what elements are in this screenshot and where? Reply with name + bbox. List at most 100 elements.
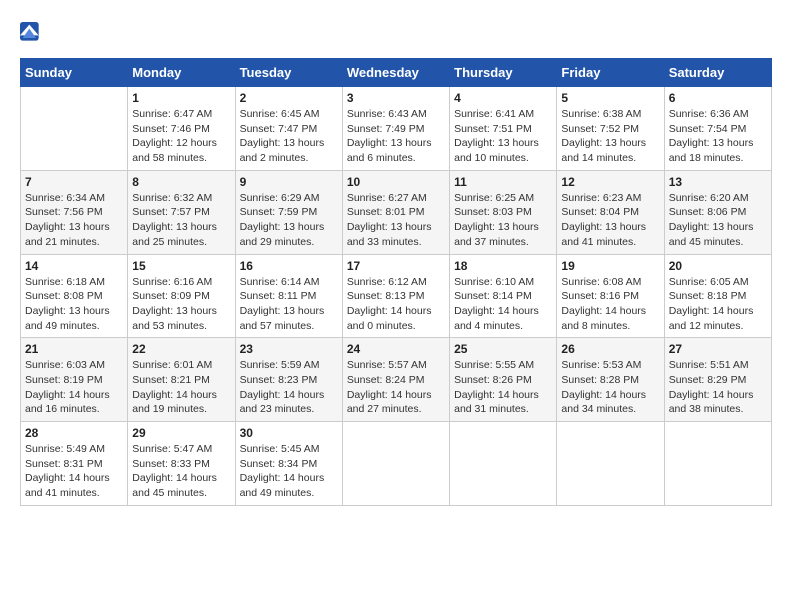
day-number: 26 <box>561 342 659 356</box>
calendar-cell: 26 Sunrise: 5:53 AM Sunset: 8:28 PM Dayli… <box>557 338 664 422</box>
calendar-cell: 18 Sunrise: 6:10 AM Sunset: 8:14 PM Dayli… <box>450 254 557 338</box>
calendar-cell: 1 Sunrise: 6:47 AM Sunset: 7:46 PM Daylig… <box>128 87 235 171</box>
calendar-cell <box>21 87 128 171</box>
day-number: 9 <box>240 175 338 189</box>
calendar-cell: 30 Sunrise: 5:45 AM Sunset: 8:34 PM Dayli… <box>235 422 342 506</box>
day-content: Sunrise: 6:27 AM Sunset: 8:01 PM Dayligh… <box>347 191 445 250</box>
calendar-cell: 12 Sunrise: 6:23 AM Sunset: 8:04 PM Dayli… <box>557 170 664 254</box>
day-content: Sunrise: 5:55 AM Sunset: 8:26 PM Dayligh… <box>454 358 552 417</box>
day-content: Sunrise: 6:18 AM Sunset: 8:08 PM Dayligh… <box>25 275 123 334</box>
day-content: Sunrise: 6:10 AM Sunset: 8:14 PM Dayligh… <box>454 275 552 334</box>
day-content: Sunrise: 6:36 AM Sunset: 7:54 PM Dayligh… <box>669 107 767 166</box>
calendar-cell: 9 Sunrise: 6:29 AM Sunset: 7:59 PM Daylig… <box>235 170 342 254</box>
calendar-cell: 23 Sunrise: 5:59 AM Sunset: 8:23 PM Dayli… <box>235 338 342 422</box>
logo <box>20 20 44 42</box>
calendar-cell <box>664 422 771 506</box>
calendar-cell <box>557 422 664 506</box>
day-number: 30 <box>240 426 338 440</box>
day-number: 4 <box>454 91 552 105</box>
day-content: Sunrise: 6:16 AM Sunset: 8:09 PM Dayligh… <box>132 275 230 334</box>
day-content: Sunrise: 6:34 AM Sunset: 7:56 PM Dayligh… <box>25 191 123 250</box>
day-content: Sunrise: 5:45 AM Sunset: 8:34 PM Dayligh… <box>240 442 338 501</box>
calendar-cell: 10 Sunrise: 6:27 AM Sunset: 8:01 PM Dayli… <box>342 170 449 254</box>
calendar-body: 1 Sunrise: 6:47 AM Sunset: 7:46 PM Daylig… <box>21 87 772 506</box>
day-number: 11 <box>454 175 552 189</box>
day-content: Sunrise: 6:41 AM Sunset: 7:51 PM Dayligh… <box>454 107 552 166</box>
day-content: Sunrise: 5:59 AM Sunset: 8:23 PM Dayligh… <box>240 358 338 417</box>
calendar-cell <box>450 422 557 506</box>
week-row-5: 28 Sunrise: 5:49 AM Sunset: 8:31 PM Dayli… <box>21 422 772 506</box>
calendar-cell: 8 Sunrise: 6:32 AM Sunset: 7:57 PM Daylig… <box>128 170 235 254</box>
day-number: 1 <box>132 91 230 105</box>
day-content: Sunrise: 6:23 AM Sunset: 8:04 PM Dayligh… <box>561 191 659 250</box>
day-number: 28 <box>25 426 123 440</box>
day-number: 10 <box>347 175 445 189</box>
day-content: Sunrise: 6:25 AM Sunset: 8:03 PM Dayligh… <box>454 191 552 250</box>
day-content: Sunrise: 5:49 AM Sunset: 8:31 PM Dayligh… <box>25 442 123 501</box>
calendar-cell: 20Sunrise: 6:05 AM Sunset: 8:18 PM Dayli… <box>664 254 771 338</box>
day-number: 6 <box>669 91 767 105</box>
day-number: 2 <box>240 91 338 105</box>
day-number: 13 <box>669 175 767 189</box>
day-content: Sunrise: 6:47 AM Sunset: 7:46 PM Dayligh… <box>132 107 230 166</box>
calendar-cell: 16 Sunrise: 6:14 AM Sunset: 8:11 PM Dayli… <box>235 254 342 338</box>
calendar-table: SundayMondayTuesdayWednesdayThursdayFrid… <box>20 58 772 506</box>
calendar-cell <box>342 422 449 506</box>
day-number: 20 <box>669 259 767 273</box>
calendar-cell: 21Sunrise: 6:03 AM Sunset: 8:19 PM Dayli… <box>21 338 128 422</box>
calendar-cell: 19Sunrise: 6:08 AM Sunset: 8:16 PM Dayli… <box>557 254 664 338</box>
day-number: 18 <box>454 259 552 273</box>
day-number: 15 <box>132 259 230 273</box>
calendar-cell: 24Sunrise: 5:57 AM Sunset: 8:24 PM Dayli… <box>342 338 449 422</box>
header-day-friday: Friday <box>557 59 664 87</box>
calendar-cell: 11 Sunrise: 6:25 AM Sunset: 8:03 PM Dayli… <box>450 170 557 254</box>
day-content: Sunrise: 6:29 AM Sunset: 7:59 PM Dayligh… <box>240 191 338 250</box>
calendar-cell: 6 Sunrise: 6:36 AM Sunset: 7:54 PM Daylig… <box>664 87 771 171</box>
week-row-4: 21Sunrise: 6:03 AM Sunset: 8:19 PM Dayli… <box>21 338 772 422</box>
calendar-header: SundayMondayTuesdayWednesdayThursdayFrid… <box>21 59 772 87</box>
header-day-thursday: Thursday <box>450 59 557 87</box>
day-number: 22 <box>132 342 230 356</box>
day-number: 5 <box>561 91 659 105</box>
calendar-cell: 3Sunrise: 6:43 AM Sunset: 7:49 PM Daylig… <box>342 87 449 171</box>
day-content: Sunrise: 5:51 AM Sunset: 8:29 PM Dayligh… <box>669 358 767 417</box>
day-number: 25 <box>454 342 552 356</box>
calendar-cell: 29Sunrise: 5:47 AM Sunset: 8:33 PM Dayli… <box>128 422 235 506</box>
day-number: 12 <box>561 175 659 189</box>
day-number: 7 <box>25 175 123 189</box>
header-day-saturday: Saturday <box>664 59 771 87</box>
header-day-wednesday: Wednesday <box>342 59 449 87</box>
day-content: Sunrise: 6:03 AM Sunset: 8:19 PM Dayligh… <box>25 358 123 417</box>
day-number: 16 <box>240 259 338 273</box>
day-number: 3 <box>347 91 445 105</box>
calendar-cell: 14 Sunrise: 6:18 AM Sunset: 8:08 PM Dayli… <box>21 254 128 338</box>
calendar-cell: 27Sunrise: 5:51 AM Sunset: 8:29 PM Dayli… <box>664 338 771 422</box>
header-day-sunday: Sunday <box>21 59 128 87</box>
day-content: Sunrise: 6:32 AM Sunset: 7:57 PM Dayligh… <box>132 191 230 250</box>
day-content: Sunrise: 5:57 AM Sunset: 8:24 PM Dayligh… <box>347 358 445 417</box>
day-number: 8 <box>132 175 230 189</box>
day-number: 29 <box>132 426 230 440</box>
day-content: Sunrise: 6:38 AM Sunset: 7:52 PM Dayligh… <box>561 107 659 166</box>
calendar-cell: 4 Sunrise: 6:41 AM Sunset: 7:51 PM Daylig… <box>450 87 557 171</box>
day-content: Sunrise: 5:53 AM Sunset: 8:28 PM Dayligh… <box>561 358 659 417</box>
calendar-cell: 17Sunrise: 6:12 AM Sunset: 8:13 PM Dayli… <box>342 254 449 338</box>
week-row-1: 1 Sunrise: 6:47 AM Sunset: 7:46 PM Daylig… <box>21 87 772 171</box>
day-number: 14 <box>25 259 123 273</box>
week-row-2: 7 Sunrise: 6:34 AM Sunset: 7:56 PM Daylig… <box>21 170 772 254</box>
day-content: Sunrise: 6:14 AM Sunset: 8:11 PM Dayligh… <box>240 275 338 334</box>
calendar-cell: 25 Sunrise: 5:55 AM Sunset: 8:26 PM Dayli… <box>450 338 557 422</box>
week-row-3: 14 Sunrise: 6:18 AM Sunset: 8:08 PM Dayli… <box>21 254 772 338</box>
day-content: Sunrise: 6:45 AM Sunset: 7:47 PM Dayligh… <box>240 107 338 166</box>
day-content: Sunrise: 6:08 AM Sunset: 8:16 PM Dayligh… <box>561 275 659 334</box>
day-number: 17 <box>347 259 445 273</box>
day-content: Sunrise: 6:01 AM Sunset: 8:21 PM Dayligh… <box>132 358 230 417</box>
header-day-tuesday: Tuesday <box>235 59 342 87</box>
calendar-cell: 15 Sunrise: 6:16 AM Sunset: 8:09 PM Dayli… <box>128 254 235 338</box>
day-content: Sunrise: 6:20 AM Sunset: 8:06 PM Dayligh… <box>669 191 767 250</box>
calendar-cell: 28 Sunrise: 5:49 AM Sunset: 8:31 PM Dayli… <box>21 422 128 506</box>
day-number: 23 <box>240 342 338 356</box>
calendar-cell: 5 Sunrise: 6:38 AM Sunset: 7:52 PM Daylig… <box>557 87 664 171</box>
calendar-cell: 7 Sunrise: 6:34 AM Sunset: 7:56 PM Daylig… <box>21 170 128 254</box>
header-row: SundayMondayTuesdayWednesdayThursdayFrid… <box>21 59 772 87</box>
